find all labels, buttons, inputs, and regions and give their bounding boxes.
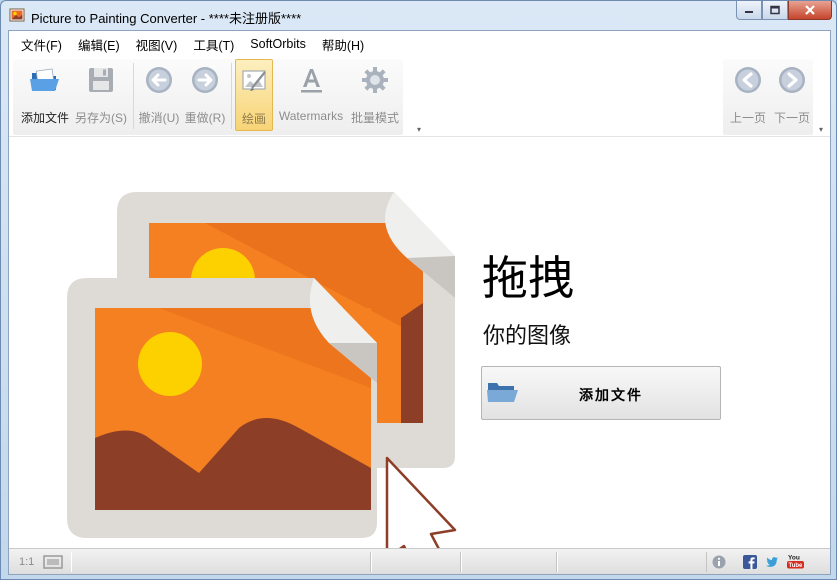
redo-arrow-icon: [192, 67, 218, 93]
undo-label: 撤消(U): [138, 111, 180, 125]
toolbar-separator: [231, 63, 232, 129]
next-page-icon: [779, 67, 805, 93]
gear-icon: [362, 67, 388, 93]
watermark-letter-icon: [301, 69, 322, 93]
add-file-toolbar-button[interactable]: 添加文件: [17, 59, 73, 131]
add-file-label: 添加文件: [20, 111, 69, 125]
menu-bar: 文件(F) 编辑(E) 视图(V) 工具(T) SoftOrbits 帮助(H): [9, 31, 830, 57]
title-bar[interactable]: Picture to Painting Converter - ****未注册版…: [1, 1, 836, 29]
redo-button[interactable]: 重做(R): [183, 59, 227, 131]
svg-text:Tube: Tube: [789, 563, 804, 569]
previous-page-icon: [735, 67, 761, 93]
paint-button[interactable]: 绘画: [235, 59, 273, 131]
front-photo-sun: [138, 332, 202, 396]
zoom-level[interactable]: 1:1: [19, 556, 34, 568]
minimize-icon: [745, 11, 753, 13]
undo-button[interactable]: 撤消(U): [137, 59, 181, 131]
paint-label: 绘画: [241, 112, 266, 126]
menu-softorbits[interactable]: SoftOrbits: [250, 37, 306, 51]
batch-mode-button[interactable]: 批量模式: [347, 59, 403, 131]
save-as-label: 另存为(S): [75, 111, 127, 125]
status-bar: 1:1 You Tube: [9, 548, 830, 574]
svg-text:You: You: [788, 555, 800, 562]
previous-page-button[interactable]: 上一页: [727, 59, 769, 131]
youtube-icon[interactable]: You Tube: [787, 553, 805, 569]
paint-brush-icon: [242, 70, 266, 91]
toolbar-separator: [133, 63, 134, 129]
cursor-arrow-icon: [385, 456, 457, 548]
next-page-button[interactable]: 下一页: [771, 59, 813, 131]
menu-help[interactable]: 帮助(H): [322, 35, 364, 54]
status-cell: [371, 552, 461, 572]
batch-mode-label: 批量模式: [350, 111, 399, 125]
status-cell: [71, 552, 371, 572]
facebook-icon[interactable]: [743, 555, 757, 569]
previous-page-label: 上一页: [729, 111, 766, 125]
next-page-label: 下一页: [773, 111, 810, 125]
close-button[interactable]: [788, 1, 832, 20]
open-folder-icon: [30, 68, 59, 91]
menu-tools[interactable]: 工具(T): [193, 35, 234, 54]
app-window: Picture to Painting Converter - ****未注册版…: [0, 0, 837, 580]
status-cell: [557, 552, 707, 572]
save-icon: [89, 68, 113, 92]
toolbar-nav-overflow-icon[interactable]: ▾: [819, 125, 823, 134]
window-title: Picture to Painting Converter - ****未注册版…: [31, 11, 302, 26]
close-icon: [805, 5, 815, 15]
add-file-button-label: 添加文件: [579, 388, 643, 404]
drag-title: 拖拽: [482, 251, 574, 305]
menu-file[interactable]: 文件(F): [21, 35, 62, 54]
save-as-button[interactable]: 另存为(S): [73, 59, 129, 131]
fit-screen-icon[interactable]: [43, 555, 63, 569]
info-icon[interactable]: [712, 555, 726, 569]
redo-label: 重做(R): [184, 111, 226, 125]
client-area: 文件(F) 编辑(E) 视图(V) 工具(T) SoftOrbits 帮助(H)…: [8, 30, 831, 575]
menu-edit[interactable]: 编辑(E): [78, 35, 120, 54]
app-icon: [9, 8, 25, 22]
drag-subtitle: 你的图像: [483, 324, 572, 349]
maximize-button[interactable]: [762, 1, 788, 20]
watermarks-button[interactable]: Watermarks: [275, 59, 347, 131]
status-cell: [461, 552, 557, 572]
menu-view[interactable]: 视图(V): [136, 35, 178, 54]
watermarks-label: Watermarks: [278, 109, 344, 123]
maximize-icon: [770, 5, 780, 15]
toolbar-overflow-icon[interactable]: ▾: [417, 125, 421, 134]
toolbar: 添加文件 另存为(S) 撤消(U) 重做(R) 绘画 Watermarks 批量…: [9, 57, 830, 137]
add-file-button[interactable]: 添加文件: [481, 366, 721, 420]
drop-zone[interactable]: 拖拽 你的图像 添加文件: [9, 138, 830, 548]
drop-illustration: [67, 192, 457, 548]
undo-arrow-icon: [146, 67, 172, 93]
minimize-button[interactable]: [736, 1, 762, 20]
twitter-icon[interactable]: [765, 555, 779, 569]
